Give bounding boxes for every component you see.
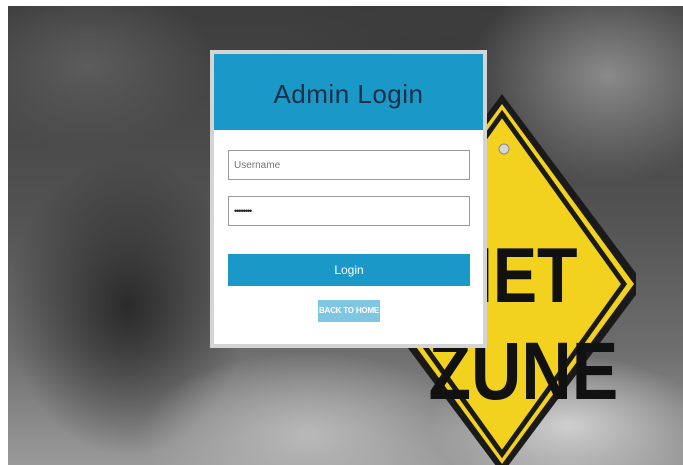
password-input[interactable] (228, 196, 470, 226)
login-card: Admin Login Login BACK TO HOME (210, 50, 487, 348)
page-title: Admin Login (273, 79, 424, 109)
back-to-home-button[interactable]: BACK TO HOME (318, 300, 380, 322)
login-header: Admin Login (214, 54, 483, 130)
username-input[interactable] (228, 150, 470, 180)
sign-text-line1: IET (474, 232, 577, 319)
login-button[interactable]: Login (228, 254, 470, 286)
